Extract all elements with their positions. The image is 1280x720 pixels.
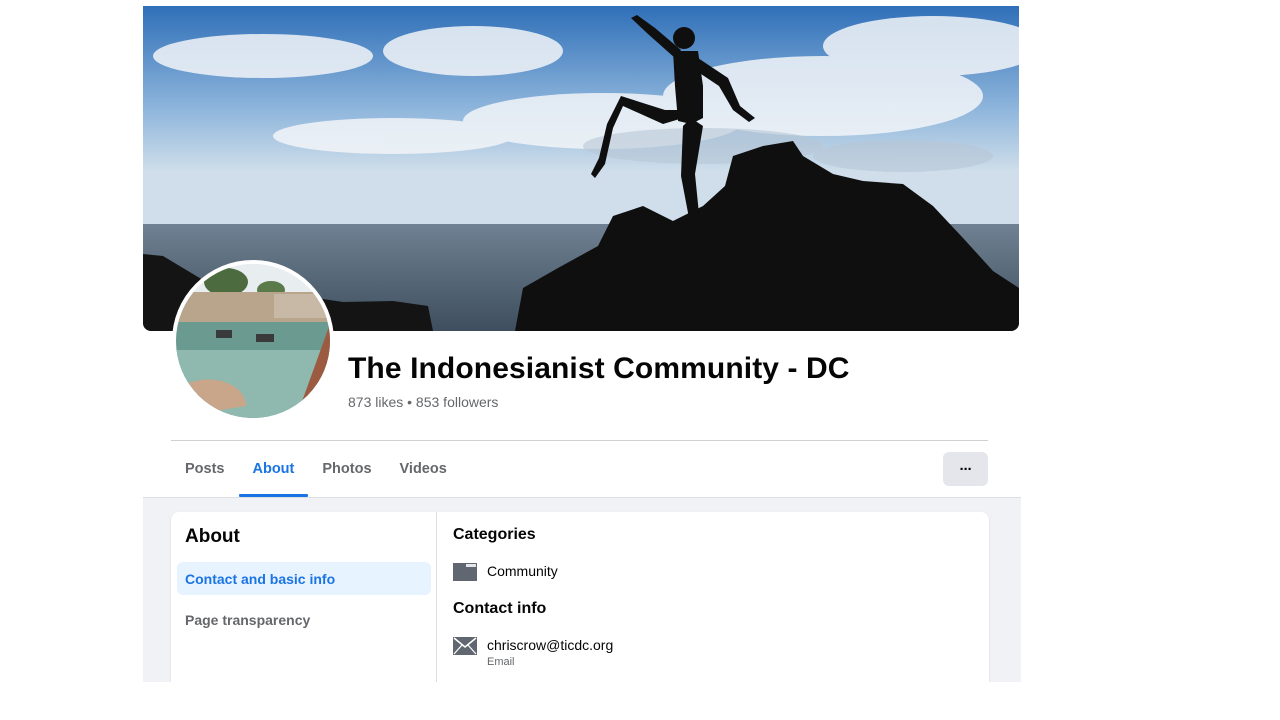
nav-contact-basic-info[interactable]: Contact and basic info [177,562,431,595]
more-horizontal-icon: ··· [959,460,973,478]
more-options-button[interactable]: ··· [943,452,988,486]
tab-photos[interactable]: Photos [308,441,385,497]
envelope-icon [453,636,477,656]
page-stats[interactable]: 873 likes • 853 followers [348,394,498,410]
page-tabs: Posts About Photos Videos [171,441,461,497]
about-card: About Contact and basic info Page transp… [171,512,989,682]
nav-page-transparency[interactable]: Page transparency [177,603,431,636]
about-details: Categories Community Contact info chrisc… [453,512,973,682]
page-title: The Indonesianist Community - DC [348,352,850,385]
email-block: chriscrow@ticdc.org Email [487,636,613,669]
email-sublabel: Email [487,656,515,668]
facebook-page: The Indonesianist Community - DC 873 lik… [143,6,1021,682]
category-label[interactable]: Community [487,562,558,580]
contact-info-heading: Contact info [453,600,547,617]
email-address[interactable]: chriscrow@ticdc.org [487,636,613,654]
tab-about[interactable]: About [238,441,309,497]
about-sidebar: About Contact and basic info Page transp… [171,512,437,682]
about-heading: About [185,526,240,547]
tab-posts[interactable]: Posts [171,441,239,497]
category-row: Community [453,562,558,582]
profile-picture-image [176,264,330,418]
tab-videos[interactable]: Videos [386,441,461,497]
profile-picture[interactable] [172,260,334,422]
categories-heading: Categories [453,526,536,543]
folder-icon [453,562,477,582]
email-row: chriscrow@ticdc.org Email [453,636,613,669]
